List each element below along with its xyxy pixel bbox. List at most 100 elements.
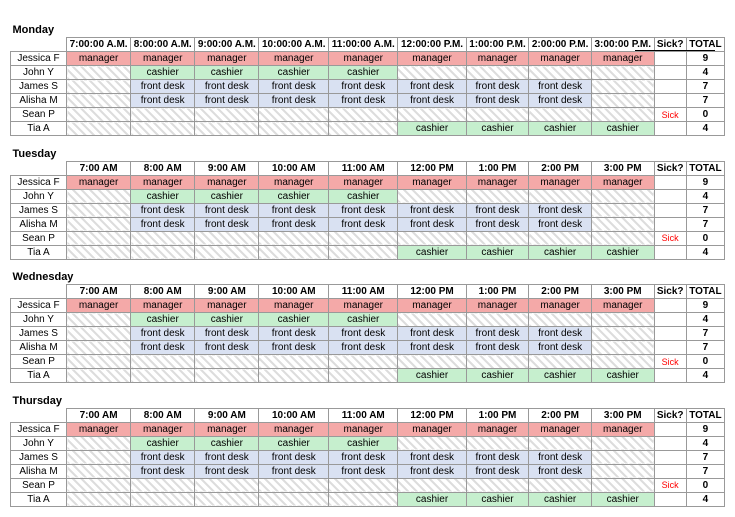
shift-cell	[259, 231, 329, 245]
sick-cell	[654, 313, 686, 327]
shift-cell: manager	[131, 175, 195, 189]
employee-name: John Y	[11, 189, 67, 203]
time-header: 10:00 AM	[259, 408, 329, 422]
time-header: 2:00 PM	[529, 161, 592, 175]
shift-cell: manager	[398, 422, 466, 436]
shift-cell: manager	[259, 422, 329, 436]
shift-cell	[195, 245, 259, 259]
shift-cell	[195, 492, 259, 506]
employee-row: Alisha Mfront deskfront deskfront deskfr…	[11, 94, 725, 108]
shift-cell: cashier	[529, 122, 592, 136]
shift-cell: front desk	[329, 94, 398, 108]
shift-cell	[259, 492, 329, 506]
time-header: 9:00 AM	[195, 285, 259, 299]
shift-cell: front desk	[398, 327, 466, 341]
shift-cell	[529, 436, 592, 450]
employee-row: John Ycashiercashiercashiercashier4	[11, 66, 725, 80]
shift-cell: front desk	[466, 464, 529, 478]
employee-name: James S	[11, 203, 67, 217]
shift-cell: front desk	[259, 217, 329, 231]
shift-cell	[329, 478, 398, 492]
shift-cell	[67, 122, 131, 136]
shift-cell	[591, 450, 654, 464]
shift-cell	[131, 231, 195, 245]
shift-cell: cashier	[591, 122, 654, 136]
sick-cell: Sick	[654, 478, 686, 492]
shift-cell	[529, 108, 592, 122]
total-cell: 4	[686, 492, 724, 506]
employee-row: John Ycashiercashiercashiercashier4	[11, 189, 725, 203]
sick-cell	[654, 122, 686, 136]
shift-cell: front desk	[131, 217, 195, 231]
employee-row: Tia Acashiercashiercashiercashier4	[11, 122, 725, 136]
sick-cell: Sick	[654, 355, 686, 369]
time-header: Sick?	[654, 161, 686, 175]
shift-cell	[329, 355, 398, 369]
employee-row: John Ycashiercashiercashiercashier4	[11, 313, 725, 327]
sick-cell	[654, 341, 686, 355]
schedule-table: Monday7:00:00 A.M.8:00:00 A.M.9:00:00 A.…	[10, 18, 725, 507]
shift-cell: manager	[329, 52, 398, 66]
total-cell: 4	[686, 66, 724, 80]
sick-cell	[654, 175, 686, 189]
sick-cell	[654, 66, 686, 80]
shift-cell	[398, 108, 466, 122]
total-cell: 7	[686, 217, 724, 231]
employee-row: Alisha Mfront deskfront deskfront deskfr…	[11, 464, 725, 478]
employee-name: Sean P	[11, 231, 67, 245]
time-header: 11:00 AM	[329, 161, 398, 175]
shift-cell: front desk	[195, 94, 259, 108]
time-header: 7:00 AM	[67, 408, 131, 422]
day-name: Monday	[11, 18, 687, 38]
time-header: 3:00 PM	[591, 161, 654, 175]
shift-cell: manager	[259, 299, 329, 313]
shift-cell	[398, 189, 466, 203]
employee-row: Sean PSick0	[11, 108, 725, 122]
employee-name: Alisha M	[11, 464, 67, 478]
total-cell: 4	[686, 189, 724, 203]
shift-cell: front desk	[259, 450, 329, 464]
shift-cell	[398, 355, 466, 369]
shift-cell	[529, 478, 592, 492]
employee-row: James Sfront deskfront deskfront deskfro…	[11, 203, 725, 217]
shift-cell: front desk	[329, 341, 398, 355]
shift-cell	[131, 245, 195, 259]
shift-cell	[67, 327, 131, 341]
shift-cell: manager	[195, 422, 259, 436]
shift-cell: front desk	[259, 94, 329, 108]
time-header: TOTAL	[686, 161, 724, 175]
shift-cell	[195, 108, 259, 122]
time-header: Sick?	[654, 408, 686, 422]
employee-row: Alisha Mfront deskfront deskfront deskfr…	[11, 217, 725, 231]
employee-name: Alisha M	[11, 94, 67, 108]
shift-cell	[466, 355, 529, 369]
shift-cell	[398, 313, 466, 327]
shift-cell: front desk	[398, 450, 466, 464]
shift-cell: cashier	[195, 66, 259, 80]
shift-cell	[591, 436, 654, 450]
time-header: TOTAL	[686, 285, 724, 299]
shift-cell	[195, 478, 259, 492]
shift-cell	[591, 108, 654, 122]
total-cell: 7	[686, 203, 724, 217]
shift-cell: manager	[398, 299, 466, 313]
sick-cell: Sick	[654, 108, 686, 122]
employee-row: Jessica Fmanagermanagermanagermanagerman…	[11, 175, 725, 189]
time-header: 1:00:00 P.M.	[466, 38, 529, 52]
shift-cell	[67, 66, 131, 80]
shift-cell: front desk	[131, 464, 195, 478]
time-header: 7:00 AM	[67, 161, 131, 175]
employee-name: Tia A	[11, 245, 67, 259]
shift-cell: manager	[591, 52, 654, 66]
shift-cell	[259, 369, 329, 383]
shift-cell	[591, 80, 654, 94]
shift-cell: front desk	[195, 327, 259, 341]
shift-cell: cashier	[329, 189, 398, 203]
total-cell: 7	[686, 80, 724, 94]
shift-cell: front desk	[195, 450, 259, 464]
sick-cell	[654, 52, 686, 66]
shift-cell	[67, 492, 131, 506]
shift-cell: front desk	[131, 327, 195, 341]
shift-cell	[591, 189, 654, 203]
time-header: 2:00 PM	[529, 285, 592, 299]
